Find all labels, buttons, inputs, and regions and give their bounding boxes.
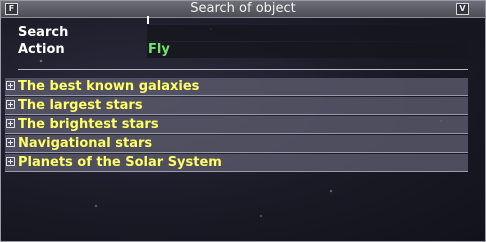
action-selector[interactable]: Fly: [147, 42, 467, 58]
object-category-list: The best known galaxies The largest star…: [5, 78, 468, 173]
category-label[interactable]: Navigational stars: [18, 135, 152, 152]
search-of-object-window: F Search of object V Search Action Fly T…: [0, 0, 486, 242]
text-cursor: [147, 16, 149, 24]
category-item-largest-stars[interactable]: The largest stars: [5, 97, 468, 115]
plus-box-icon[interactable]: [6, 119, 15, 128]
category-label[interactable]: The best known galaxies: [18, 78, 199, 95]
search-input[interactable]: [147, 16, 467, 41]
category-item-navigational-stars[interactable]: Navigational stars: [5, 135, 468, 153]
divider: [18, 69, 468, 70]
category-label[interactable]: The largest stars: [18, 97, 143, 114]
plus-box-icon[interactable]: [6, 100, 15, 109]
title-bar[interactable]: F Search of object V: [1, 1, 485, 18]
category-label[interactable]: The brightest stars: [18, 116, 159, 133]
category-item-brightest-stars[interactable]: The brightest stars: [5, 116, 468, 134]
plus-box-icon[interactable]: [6, 81, 15, 90]
window-title: Search of object: [190, 1, 296, 16]
plus-box-icon[interactable]: [6, 138, 15, 147]
category-item-best-known-galaxies[interactable]: The best known galaxies: [5, 78, 468, 96]
category-item-planets-solar-system[interactable]: Planets of the Solar System: [5, 154, 468, 172]
collapse-window-button[interactable]: V: [456, 3, 469, 15]
plus-box-icon[interactable]: [6, 157, 15, 166]
action-label: Action: [18, 42, 65, 57]
search-label: Search: [18, 25, 69, 40]
action-value[interactable]: Fly: [147, 42, 170, 57]
category-label[interactable]: Planets of the Solar System: [18, 154, 222, 171]
